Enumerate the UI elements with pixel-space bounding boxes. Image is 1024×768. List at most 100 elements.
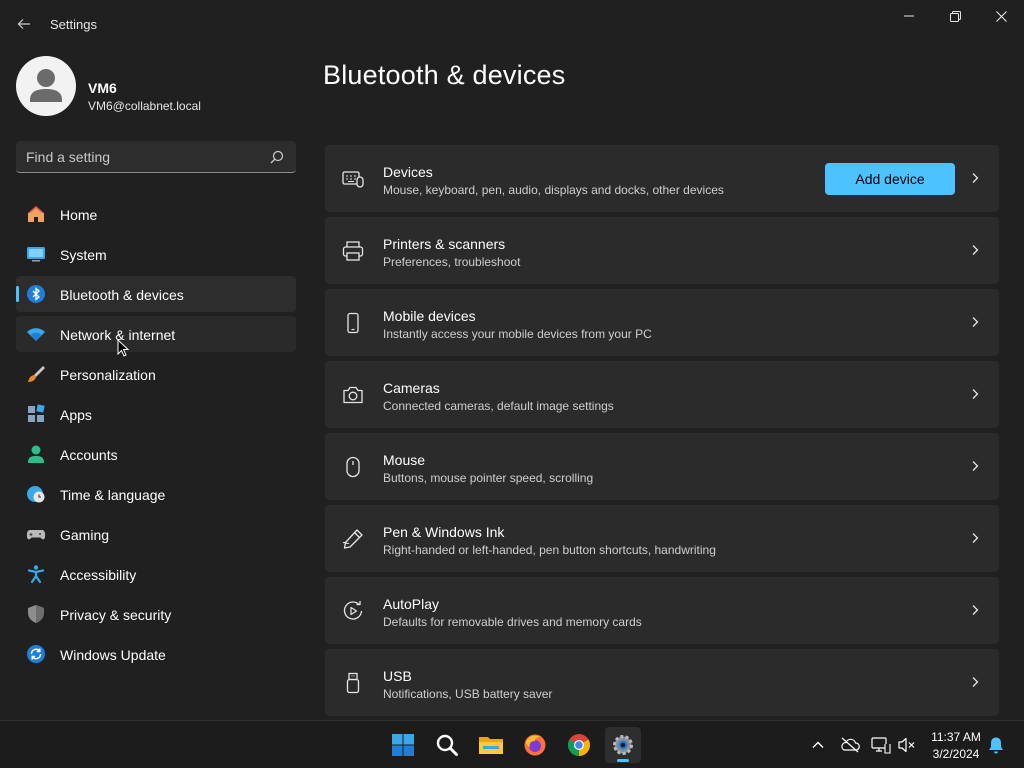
settings-taskbar-button[interactable] xyxy=(605,727,641,763)
chrome-button[interactable] xyxy=(561,727,597,763)
taskbar-search-button[interactable] xyxy=(429,727,465,763)
card-mobile-devices[interactable]: Mobile devices Instantly access your mob… xyxy=(325,289,999,356)
clock-time: 11:37 AM xyxy=(931,730,981,744)
nav-label: Privacy & security xyxy=(60,607,172,623)
usb-icon xyxy=(346,672,360,694)
wifi-icon xyxy=(27,328,45,341)
mouse-cursor-icon xyxy=(117,339,129,357)
taskbar: 11:37 AM 3/2/2024 xyxy=(0,720,1024,768)
onedrive-tray-button[interactable] xyxy=(840,735,860,755)
back-button[interactable] xyxy=(12,12,36,36)
card-title: USB xyxy=(383,668,412,684)
onedrive-icon xyxy=(841,737,860,753)
card-printers-scanners[interactable]: Printers & scanners Preferences, trouble… xyxy=(325,217,999,284)
nav-item-system[interactable]: System xyxy=(16,236,296,272)
volume-muted-icon xyxy=(898,737,915,753)
restore-icon xyxy=(949,10,961,22)
brush-icon xyxy=(28,366,45,382)
person-icon xyxy=(30,69,62,102)
nav-label: Time & language xyxy=(60,487,166,503)
notifications-button[interactable] xyxy=(986,735,1006,755)
nav-item-windows-update[interactable]: Windows Update xyxy=(16,636,296,672)
search-input[interactable] xyxy=(26,141,266,172)
gamepad-icon xyxy=(26,530,46,540)
minimize-button[interactable] xyxy=(886,0,932,32)
card-pen-windows-ink[interactable]: Pen & Windows Ink Right-handed or left-h… xyxy=(325,505,999,572)
nav-item-accessibility[interactable]: Accessibility xyxy=(16,556,296,592)
chevron-right-icon xyxy=(972,317,979,327)
nav-item-home[interactable]: Home xyxy=(16,196,296,232)
chevron-right-icon xyxy=(972,245,979,255)
close-icon xyxy=(995,10,1007,22)
card-mouse[interactable]: Mouse Buttons, mouse pointer speed, scro… xyxy=(325,433,999,500)
card-autoplay[interactable]: AutoPlay Defaults for removable drives a… xyxy=(325,577,999,644)
network-tray-button[interactable] xyxy=(871,735,891,755)
card-cameras[interactable]: Cameras Connected cameras, default image… xyxy=(325,361,999,428)
user-name: VM6 xyxy=(88,80,117,96)
home-icon xyxy=(28,206,44,222)
start-icon xyxy=(392,734,414,756)
chevron-up-icon xyxy=(812,741,824,748)
card-subtitle: Notifications, USB battery saver xyxy=(383,687,553,701)
user-profile[interactable]: VM6 VM6@collabnet.local xyxy=(16,56,296,118)
search-box xyxy=(16,141,296,173)
app-title: Settings xyxy=(50,17,97,32)
close-button[interactable] xyxy=(978,0,1024,32)
camera-icon xyxy=(343,386,363,404)
accessibility-icon xyxy=(27,565,45,584)
card-subtitle: Mouse, keyboard, pen, audio, displays an… xyxy=(383,183,724,197)
chevron-right-icon xyxy=(972,389,979,399)
volume-tray-button[interactable] xyxy=(897,735,917,755)
autoplay-icon xyxy=(343,601,363,620)
card-devices[interactable]: Devices Mouse, keyboard, pen, audio, dis… xyxy=(325,145,999,212)
notification-bell-icon xyxy=(989,737,1003,754)
active-app-indicator xyxy=(617,759,629,762)
clock[interactable]: 11:37 AM 3/2/2024 xyxy=(926,730,986,761)
nav-item-gaming[interactable]: Gaming xyxy=(16,516,296,552)
selection-indicator xyxy=(16,286,19,302)
search-icon xyxy=(436,734,458,756)
nav-item-apps[interactable]: Apps xyxy=(16,396,296,432)
nav-label: Windows Update xyxy=(60,647,166,663)
card-title: Devices xyxy=(383,164,433,180)
show-hidden-icons-button[interactable] xyxy=(808,735,828,755)
start-button[interactable] xyxy=(385,727,421,763)
file-explorer-button[interactable] xyxy=(473,727,509,763)
pen-icon xyxy=(342,529,363,549)
add-device-button[interactable]: Add device xyxy=(825,163,955,195)
search-icon[interactable] xyxy=(270,150,284,164)
shield-icon xyxy=(28,605,44,623)
printer-icon xyxy=(342,241,364,261)
devices-icon xyxy=(342,171,364,188)
nav-label: Apps xyxy=(60,407,92,423)
nav-item-bluetooth-devices[interactable]: Bluetooth & devices xyxy=(16,276,296,312)
firefox-button[interactable] xyxy=(517,727,553,763)
restore-button[interactable] xyxy=(932,0,978,32)
minimize-icon xyxy=(904,15,914,17)
chevron-right-icon xyxy=(972,605,979,615)
nav-item-time-language[interactable]: Time & language xyxy=(16,476,296,512)
nav-item-network-internet[interactable]: Network & internet xyxy=(16,316,296,352)
user-email: VM6@collabnet.local xyxy=(88,99,201,113)
page-title: Bluetooth & devices xyxy=(323,60,566,90)
nav-item-accounts[interactable]: Accounts xyxy=(16,436,296,472)
chevron-right-icon xyxy=(972,173,979,183)
phone-icon xyxy=(347,312,359,334)
file-explorer-icon xyxy=(479,737,503,754)
chevron-right-icon xyxy=(972,461,979,471)
card-subtitle: Defaults for removable drives and memory… xyxy=(383,615,642,629)
card-usb[interactable]: USB Notifications, USB battery saver xyxy=(325,649,999,716)
nav-item-personalization[interactable]: Personalization xyxy=(16,356,296,392)
chrome-icon xyxy=(568,734,590,756)
nav-item-privacy-security[interactable]: Privacy & security xyxy=(16,596,296,632)
nav-label: System xyxy=(60,247,107,263)
clock-date: 3/2/2024 xyxy=(932,747,980,761)
card-subtitle: Preferences, troubleshoot xyxy=(383,255,521,269)
card-subtitle: Right-handed or left-handed, pen button … xyxy=(383,543,716,557)
system-icon xyxy=(27,247,45,262)
clock-globe-icon xyxy=(27,486,45,503)
card-subtitle: Connected cameras, default image setting… xyxy=(383,399,614,413)
nav-label: Accessibility xyxy=(60,567,137,583)
bluetooth-icon xyxy=(27,285,45,303)
nav-label: Personalization xyxy=(60,367,156,383)
